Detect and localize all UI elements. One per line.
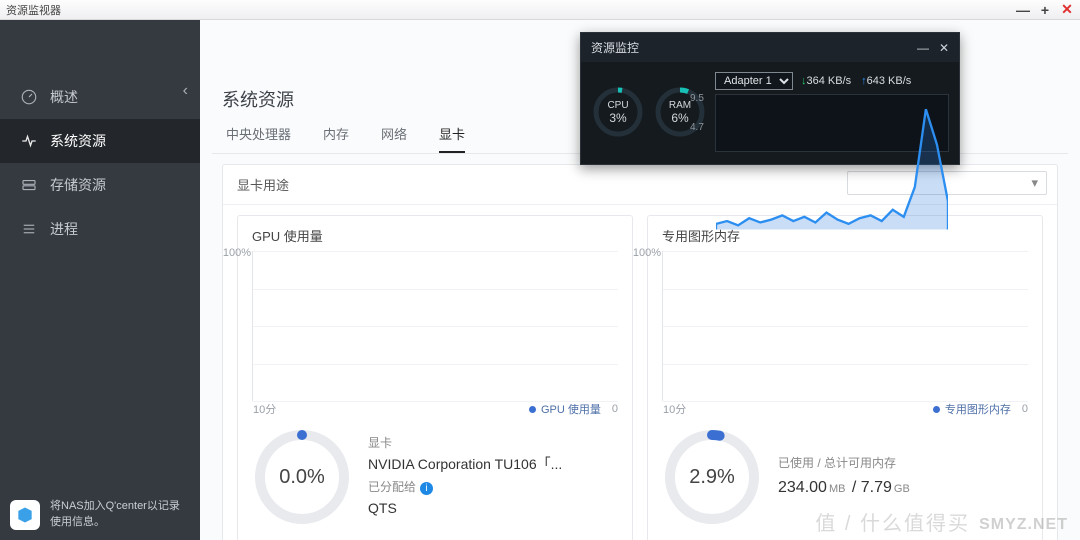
- x-axis-label: 10分: [253, 401, 276, 417]
- tab-cpu[interactable]: 中央处理器: [226, 124, 291, 153]
- window-maximize-button[interactable]: +: [1038, 2, 1052, 18]
- qcenter-icon: [10, 500, 40, 530]
- panel-title: GPU 使用量: [252, 226, 618, 245]
- tab-network[interactable]: 网络: [381, 124, 407, 153]
- gpu-usage-chart: 100% 10分 GPU 使用量0: [252, 251, 618, 401]
- vram-panel: 专用图形内存 100% 10分 专用图形内存0 2.9%: [647, 215, 1043, 540]
- mini-titlebar[interactable]: 资源监控 — ✕: [581, 33, 959, 62]
- sidebar-collapse-icon[interactable]: ‹: [183, 82, 188, 100]
- mini-network-chart: 9.5 4.7: [715, 94, 949, 152]
- adapter-select[interactable]: Adapter 1: [715, 72, 793, 90]
- sidebar-item-system-resources[interactable]: 系统资源: [0, 119, 200, 163]
- mini-title: 资源监控: [591, 39, 639, 56]
- storage-icon: [20, 176, 38, 194]
- sidebar-item-storage[interactable]: 存储资源: [0, 163, 200, 207]
- legend-dot-icon: [529, 406, 536, 413]
- chart-legend: 专用图形内存0: [933, 401, 1028, 417]
- sidebar: ‹ 概述 系统资源 存储资源 进程 将NAS加入Q'center以记录使用信息。: [0, 20, 200, 540]
- sidebar-item-label: 进程: [50, 219, 78, 239]
- sidebar-item-label: 概述: [50, 87, 78, 107]
- pulse-icon: [20, 132, 38, 150]
- window-close-button[interactable]: ✕: [1060, 1, 1074, 18]
- list-icon: [20, 220, 38, 238]
- y-axis-label: 100%: [223, 247, 251, 259]
- vram-donut: 2.9%: [662, 427, 762, 527]
- window-minimize-button[interactable]: —: [1016, 2, 1030, 18]
- tab-memory[interactable]: 内存: [323, 124, 349, 153]
- chart-legend: GPU 使用量0: [529, 401, 618, 417]
- dashboard-icon: [20, 88, 38, 106]
- tab-gpu[interactable]: 显卡: [439, 124, 465, 153]
- watermark-site: SMYZ.NET: [979, 516, 1068, 534]
- gpu-usage-donut: 0.0%: [252, 427, 352, 527]
- mini-monitor-overlay[interactable]: 资源监控 —✕ CPU3% RAM6% Adapter 1 ↓364 KB/s …: [580, 32, 960, 165]
- vram-chart: 100% 10分 专用图形内存0: [662, 251, 1028, 401]
- sidebar-item-overview[interactable]: 概述: [0, 75, 200, 119]
- watermark-text: 值 / 什么值得买: [815, 507, 970, 536]
- y-axis-label: 100%: [633, 247, 661, 259]
- mini-cpu-ring: CPU3%: [591, 85, 645, 139]
- vram-percent: 2.9%: [662, 427, 762, 527]
- sidebar-item-label: 系统资源: [50, 131, 106, 151]
- chevron-down-icon: ▾: [1031, 175, 1038, 191]
- mini-close-icon[interactable]: ✕: [939, 41, 949, 55]
- upload-rate: ↑643 KB/s: [861, 75, 911, 87]
- legend-dot-icon: [933, 406, 940, 413]
- download-rate: ↓364 KB/s: [801, 75, 851, 87]
- sidebar-item-label: 存储资源: [50, 175, 106, 195]
- qcenter-text: 将NAS加入Q'center以记录使用信息。: [50, 499, 190, 530]
- x-axis-label: 10分: [663, 401, 686, 417]
- sidebar-item-processes[interactable]: 进程: [0, 207, 200, 251]
- window-title: 资源监视器: [6, 2, 61, 18]
- gpu-usage-panel: GPU 使用量 100% 10分 GPU 使用量0 0.0%: [237, 215, 633, 540]
- section-title: 显卡用途: [237, 178, 289, 193]
- mini-minimize-icon[interactable]: —: [917, 41, 929, 55]
- gpu-usage-percent: 0.0%: [252, 427, 352, 527]
- qcenter-promo[interactable]: 将NAS加入Q'center以记录使用信息。: [10, 499, 190, 530]
- window-titlebar: 资源监视器 — + ✕: [0, 0, 1080, 20]
